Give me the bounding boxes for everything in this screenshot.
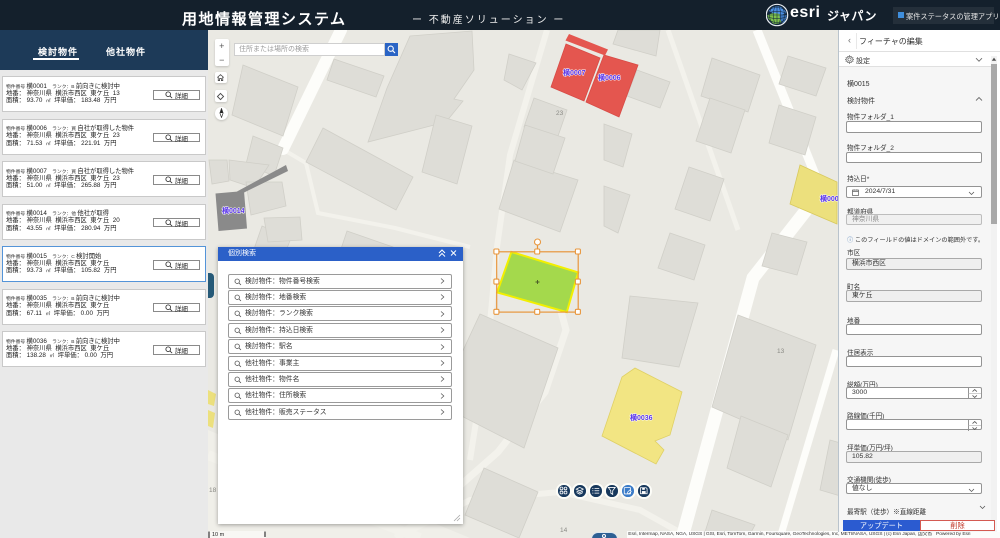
svg-text:横0014: 横0014 — [222, 206, 245, 215]
svg-text:18: 18 — [209, 487, 217, 494]
svg-text:13: 13 — [777, 348, 785, 355]
svg-text:14: 14 — [560, 527, 568, 534]
svg-text:横000: 横000 — [820, 194, 839, 203]
svg-text:横0006: 横0006 — [598, 73, 621, 82]
svg-text:23: 23 — [556, 110, 564, 117]
svg-text:横0007: 横0007 — [563, 68, 586, 77]
svg-text:横0036: 横0036 — [630, 413, 653, 422]
